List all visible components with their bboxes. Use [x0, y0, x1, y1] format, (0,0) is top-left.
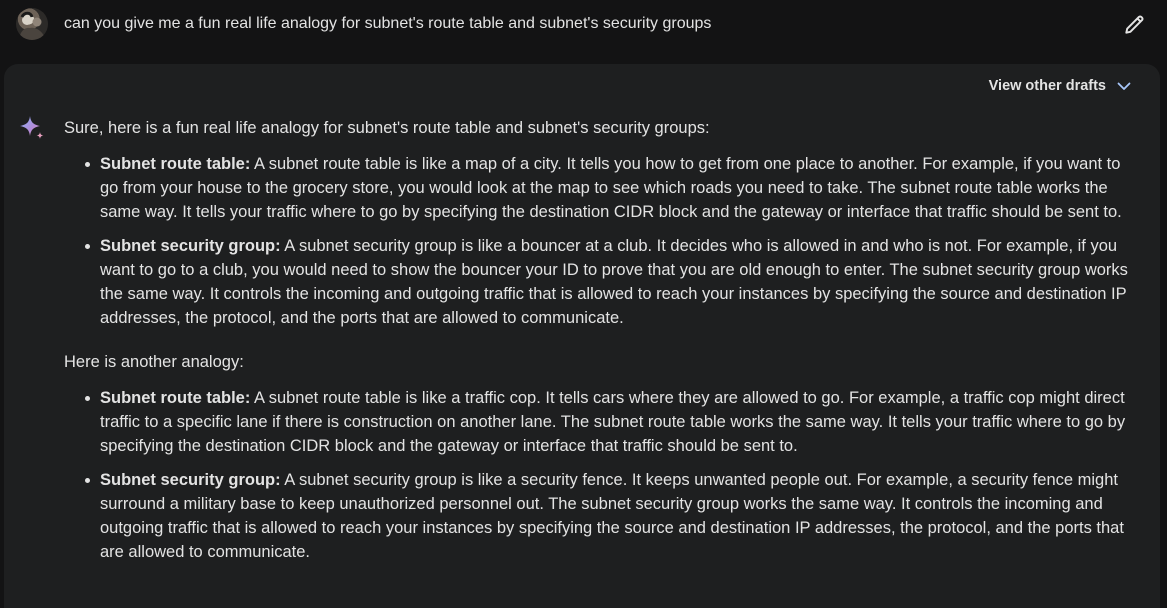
list-item: Subnet security group: A subnet security…: [85, 234, 1134, 330]
view-other-drafts-button[interactable]: View other drafts: [989, 78, 1132, 94]
list-item-term: Subnet security group:: [100, 471, 281, 489]
response-card: View other drafts Sure, here is a fun re…: [4, 64, 1160, 608]
list-item: Subnet route table: A subnet route table…: [85, 386, 1134, 458]
user-avatar[interactable]: [16, 8, 48, 40]
user-prompt-row: can you give me a fun real life analogy …: [0, 0, 1167, 50]
another-analogy-heading: Here is another analogy:: [64, 353, 244, 371]
edit-prompt-button[interactable]: [1122, 11, 1148, 37]
sparkle-icon: [20, 116, 44, 139]
view-other-drafts-label: View other drafts: [988, 78, 1106, 94]
pencil-icon: [1125, 15, 1144, 34]
list-item-text: A subnet route table is like a traffic c…: [100, 389, 1126, 455]
response-content: Sure, here is a fun real life analogy fo…: [64, 116, 1134, 574]
response-intro: Sure, here is a fun real life analogy fo…: [64, 119, 710, 137]
list-item-term: Subnet route table:: [100, 389, 251, 407]
list-item-term: Subnet route table:: [100, 155, 251, 173]
chat-page: can you give me a fun real life analogy …: [0, 0, 1167, 608]
list-item: Subnet route table: A subnet route table…: [85, 152, 1134, 224]
first-analogy-list: Subnet route table: A subnet route table…: [64, 152, 1134, 330]
list-item-text: A subnet route table is like a map of a …: [100, 155, 1122, 221]
list-item: Subnet security group: A subnet security…: [85, 468, 1134, 564]
user-prompt-text: can you give me a fun real life analogy …: [64, 15, 712, 32]
list-item-term: Subnet security group:: [100, 237, 281, 255]
chevron-down-icon: [1117, 82, 1131, 90]
second-analogy-list: Subnet route table: A subnet route table…: [64, 386, 1134, 564]
